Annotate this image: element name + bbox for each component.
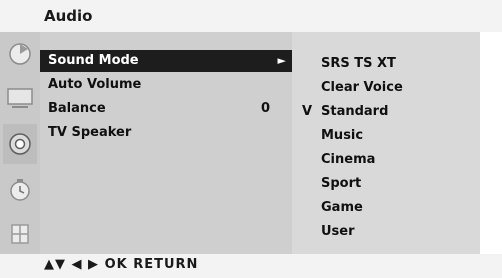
menu-item-tv-speaker[interactable]: TV Speaker bbox=[40, 122, 292, 144]
header-bar: Audio bbox=[0, 0, 502, 32]
category-icon-bar bbox=[0, 32, 40, 254]
submenu-arrow-icon: ► bbox=[277, 54, 286, 67]
footer-bar: ▲▼ ◀ ▶ OK RETURN bbox=[0, 254, 502, 278]
option-cinema[interactable]: Cinema bbox=[321, 152, 375, 167]
navigation-hint: ▲▼ ◀ ▶ OK RETURN bbox=[44, 257, 199, 272]
menu-item-label: Sound Mode bbox=[48, 53, 139, 68]
menu-item-balance[interactable]: Balance 0 bbox=[40, 98, 292, 120]
menu-title: Audio bbox=[44, 7, 93, 25]
category-time[interactable] bbox=[3, 170, 37, 210]
category-audio[interactable] bbox=[3, 124, 37, 164]
option-game[interactable]: Game bbox=[321, 200, 363, 215]
option-clear-voice[interactable]: Clear Voice bbox=[321, 80, 403, 95]
option-music[interactable]: Music bbox=[321, 128, 363, 143]
time-icon bbox=[10, 179, 30, 201]
menu-item-sound-mode[interactable]: Sound Mode ► bbox=[40, 50, 292, 72]
category-picture[interactable] bbox=[3, 34, 37, 74]
option-srs-ts-xt[interactable]: SRS TS XT bbox=[321, 56, 396, 71]
option-standard[interactable]: Standard bbox=[321, 104, 388, 119]
menu-item-label: Balance bbox=[48, 101, 106, 116]
menu-item-auto-volume[interactable]: Auto Volume bbox=[40, 74, 292, 96]
menu-item-label: Auto Volume bbox=[48, 77, 142, 92]
lock-icon bbox=[11, 224, 29, 244]
screen-icon bbox=[7, 88, 33, 108]
selected-check-mark: V bbox=[302, 104, 313, 119]
balance-value: 0 bbox=[260, 101, 270, 116]
audio-icon bbox=[9, 133, 31, 155]
osd-menu-screen: Audio Sound Mode ► Auto Volume Balance 0… bbox=[0, 0, 502, 278]
option-sport[interactable]: Sport bbox=[321, 176, 361, 191]
option-user[interactable]: User bbox=[321, 224, 355, 239]
picture-icon bbox=[9, 43, 31, 65]
category-screen[interactable] bbox=[3, 78, 37, 118]
menu-item-label: TV Speaker bbox=[48, 125, 132, 140]
category-lock[interactable] bbox=[3, 214, 37, 254]
